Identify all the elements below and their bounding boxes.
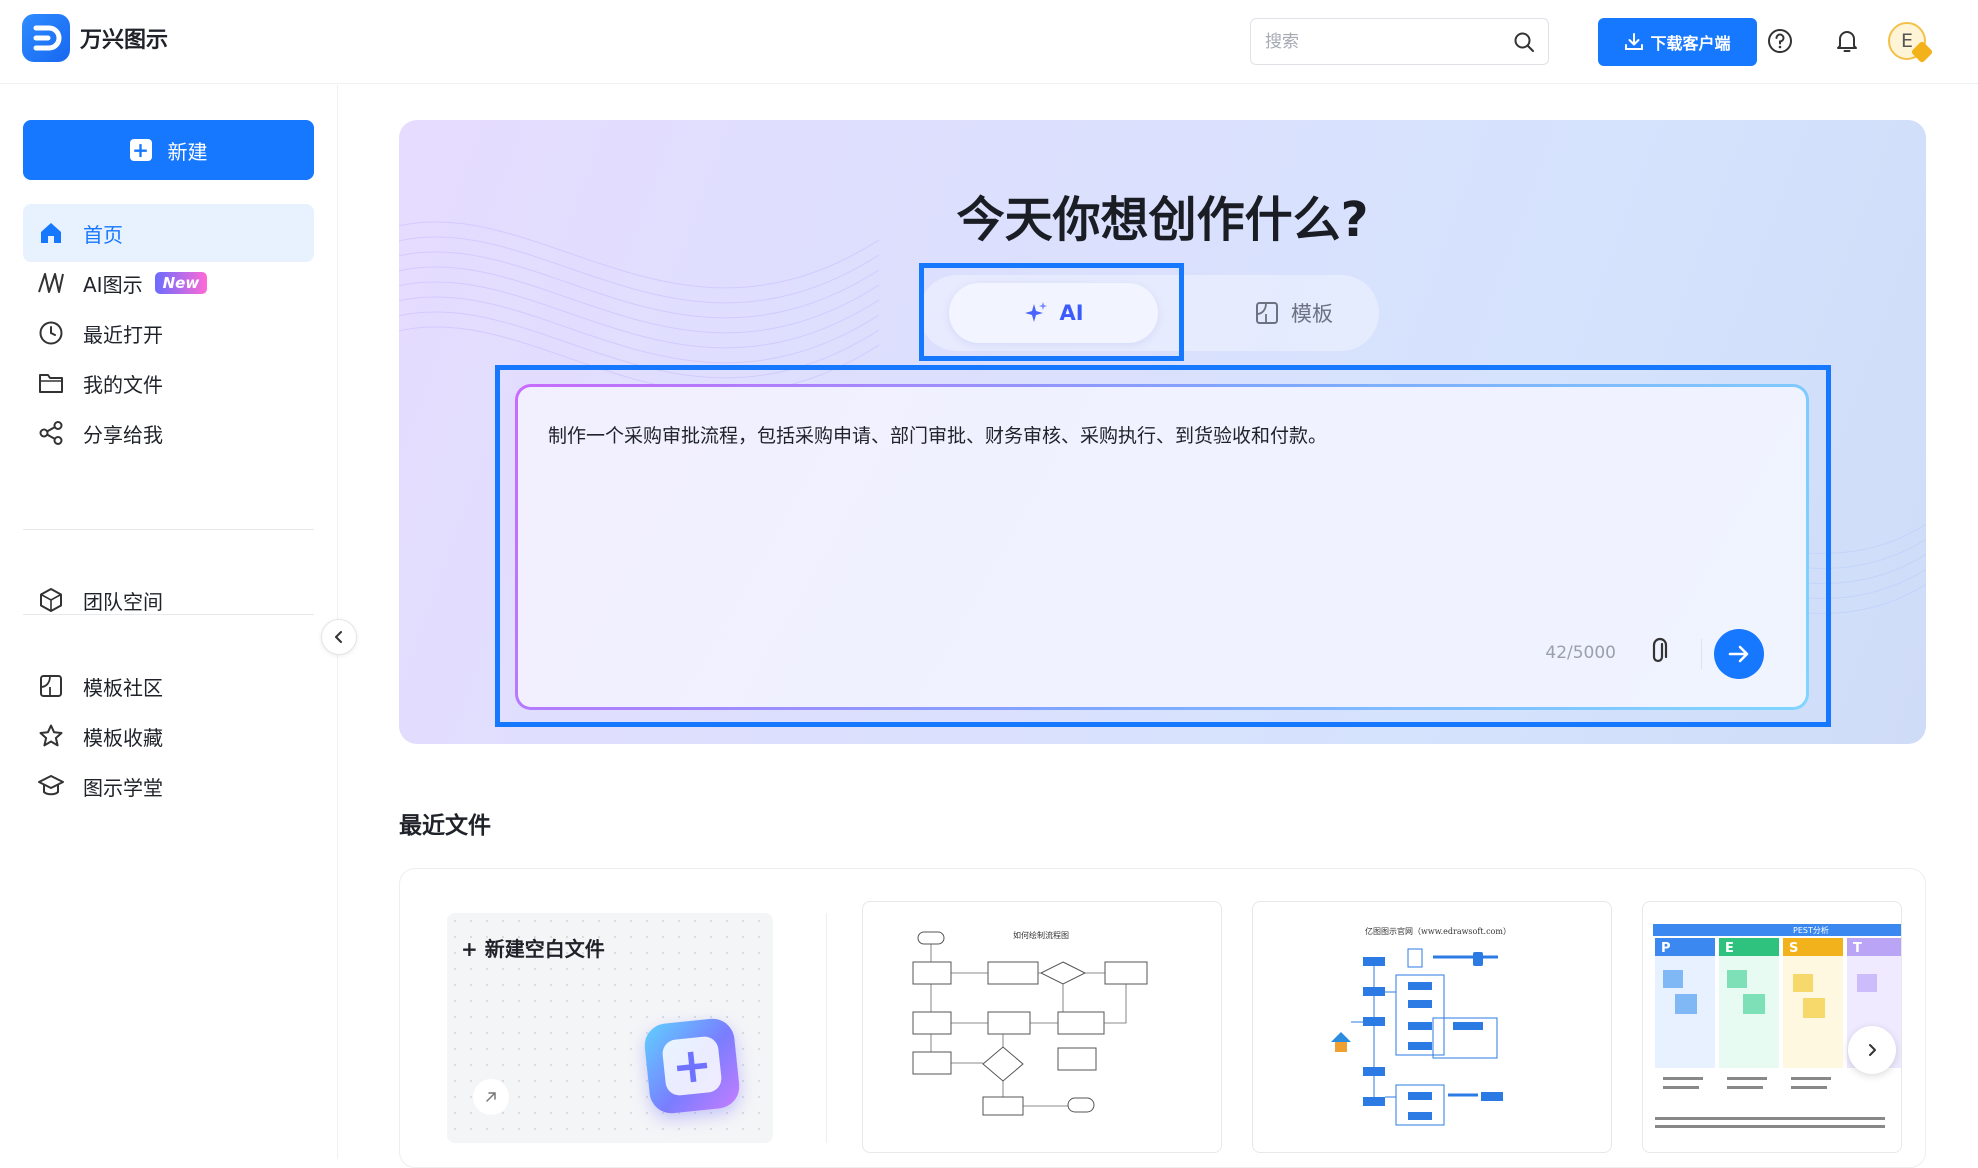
folder-icon — [37, 369, 65, 397]
highlight-box-prompt — [495, 365, 1831, 727]
download-client-label: 下载客户端 — [1650, 34, 1731, 53]
home-icon — [37, 219, 65, 247]
sidebar-item-label: 图示学堂 — [83, 775, 163, 800]
add-file-plus-icon: + — [642, 1016, 742, 1116]
help-icon[interactable] — [1765, 26, 1795, 56]
sidebar-divider — [23, 614, 314, 615]
sidebar-item-label: 团队空间 — [83, 589, 163, 614]
notification-bell-icon[interactable] — [1832, 26, 1862, 56]
pest-letter-e: E — [1725, 941, 1734, 956]
search-box[interactable] — [1250, 18, 1549, 65]
next-page-button[interactable] — [1848, 1026, 1896, 1074]
recent-files-title: 最近文件 — [399, 813, 491, 839]
new-button-label: 新建 — [167, 139, 208, 164]
cube-icon — [37, 586, 65, 614]
new-badge: New — [154, 272, 208, 294]
divider — [826, 913, 827, 1143]
sidebar: + 新建 首页 AI图示 New 最近打开 我的文件 分享给我 团队空间 模板社… — [0, 85, 338, 1159]
app-name: 万兴图示 — [80, 28, 169, 53]
app-logo[interactable] — [22, 14, 70, 62]
thumbnail-caption: 亿图图示官网（www.edrawsoft.com） — [1365, 926, 1511, 936]
thumbnail-caption: 如何绘制流程图 — [1013, 930, 1069, 940]
sidebar-item-label: AI图示 — [83, 272, 143, 297]
ai-create-hero: 今天你想创作什么? AI 模板 制作一个采购审批流程，包括采购申请、部门审批、财… — [399, 120, 1926, 744]
search-input[interactable] — [1265, 29, 1495, 55]
sidebar-item-label: 首页 — [83, 222, 123, 247]
star-icon — [37, 722, 65, 750]
new-blank-file-label: + 新建空白文件 — [461, 937, 605, 961]
sidebar-item-label: 分享给我 — [83, 422, 163, 447]
recent-file-thumbnail[interactable]: 亿图图示官网（www.edrawsoft.com） — [1252, 901, 1612, 1153]
tab-template[interactable]: 模板 — [1229, 283, 1359, 343]
clock-icon — [37, 319, 65, 347]
share-icon — [37, 419, 65, 447]
template-icon — [1256, 302, 1278, 324]
open-arrow-icon — [473, 1079, 509, 1115]
flowchart-thumbnail-image: 如何绘制流程图 — [912, 930, 1148, 1116]
diagram-thumbnail-image: 亿图图示官网（www.edrawsoft.com） — [1331, 926, 1511, 1126]
pest-letter-s: S — [1789, 941, 1798, 956]
sidebar-divider — [23, 529, 314, 530]
sidebar-item-academy[interactable]: 图示学堂 — [23, 757, 314, 815]
chevron-left-icon — [335, 631, 342, 643]
avatar-letter: E — [1900, 30, 1913, 52]
sidebar-item-label: 模板收藏 — [83, 725, 163, 750]
sidebar-item-shared[interactable]: 分享给我 — [23, 404, 314, 462]
pest-letter-t: T — [1853, 941, 1862, 956]
sidebar-item-label: 模板社区 — [83, 675, 163, 700]
download-icon — [1625, 33, 1644, 50]
recent-files-panel: + 新建空白文件 + 如何绘制流程图 亿图图示官网（www.edrawsoft.… — [399, 868, 1926, 1168]
search-icon[interactable] — [1512, 30, 1536, 54]
new-button[interactable]: + 新建 — [23, 120, 314, 180]
sidebar-item-label: 我的文件 — [83, 372, 163, 397]
pest-letter-p: P — [1661, 941, 1671, 956]
template-icon — [37, 672, 65, 700]
hero-title: 今天你想创作什么? — [956, 192, 1369, 248]
top-bar: 万兴图示 下载客户端 E — [0, 0, 1978, 84]
sidebar-item-team-space[interactable]: 团队空间 — [23, 571, 314, 629]
chevron-right-icon — [1869, 1044, 1876, 1056]
recent-file-thumbnail[interactable]: 如何绘制流程图 — [862, 901, 1222, 1153]
graduation-cap-icon — [37, 772, 65, 800]
new-blank-file-card[interactable]: + 新建空白文件 + — [447, 913, 773, 1143]
collapse-sidebar-button[interactable] — [321, 619, 357, 655]
ai-diagram-icon — [37, 269, 65, 297]
download-client-button[interactable]: 下载客户端 — [1598, 18, 1757, 66]
sidebar-item-label: 最近打开 — [83, 322, 163, 347]
plus-icon: + — [129, 139, 152, 161]
tab-template-label: 模板 — [1291, 302, 1333, 326]
thumbnail-caption: PEST分析 — [1793, 925, 1829, 935]
highlight-box-ai-tab — [919, 263, 1184, 361]
